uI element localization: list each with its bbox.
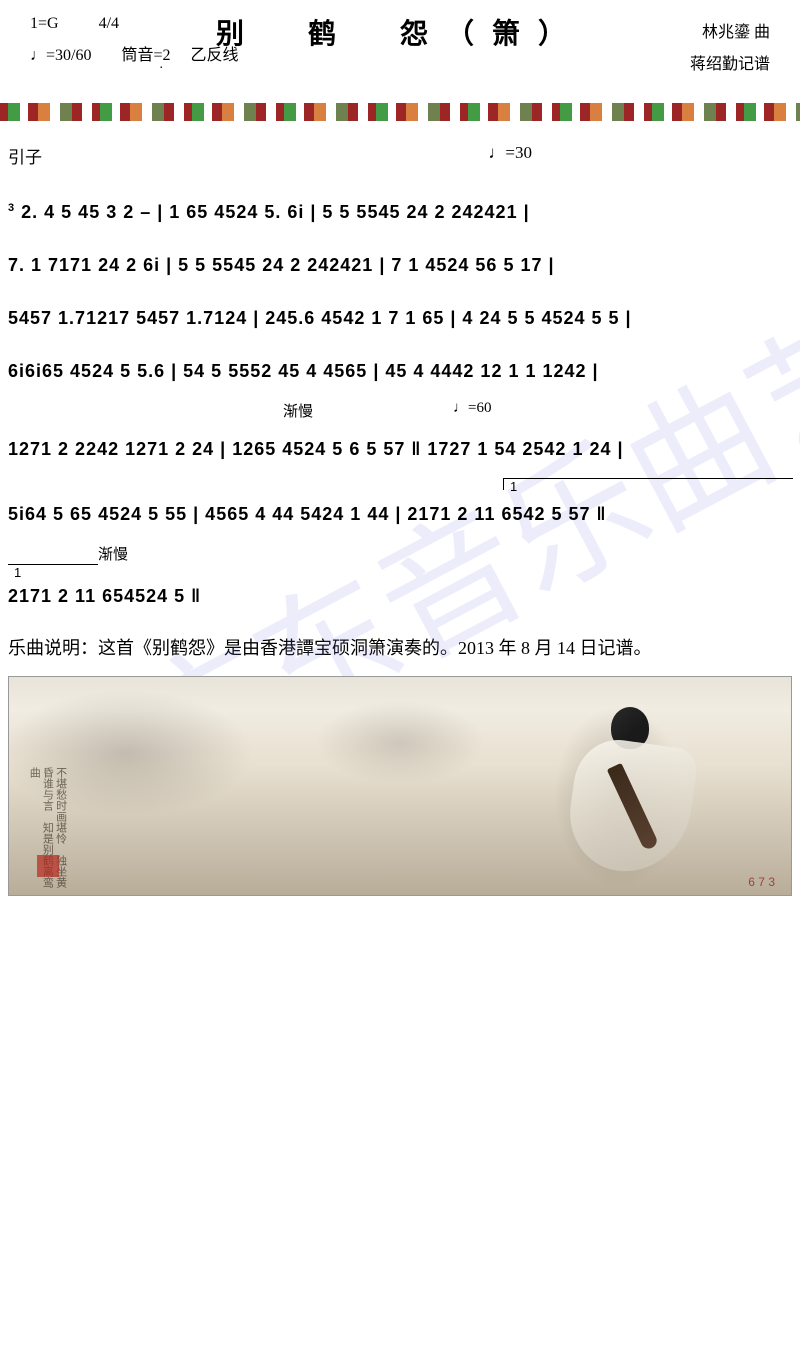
tongyin-low-dot: . bbox=[159, 57, 163, 73]
grace-note: 3 bbox=[8, 202, 15, 214]
music-score: 广东音乐曲艺网 引子 ♩=30 3 2. 4 5 45 3 2 – | 1 65… bbox=[0, 129, 800, 607]
staff-line-4: 6i6i65 4524 5 5.6 | 54 5 5552 45 4 4565 … bbox=[8, 361, 792, 382]
page-number: 6 7 3 bbox=[748, 875, 775, 889]
slow-marking-1: 渐慢 bbox=[283, 400, 313, 421]
notation-text: 1271 2 2242 1271 2 24 | 1265 4524 5 6 5 … bbox=[8, 439, 624, 459]
tempo-marking: ♩=30/60 bbox=[30, 47, 91, 65]
notation-text: 6i6i65 4524 5 5.6 | 54 5 5552 45 4 4565 … bbox=[8, 361, 599, 381]
repeat-number: 1 bbox=[14, 565, 21, 580]
tempo-mark-60: ♩=60 bbox=[453, 400, 491, 421]
piece-description: 乐曲说明：这首《别鹤怨》是由香港譚宝硕洞箫演奏的。2013 年 8 月 14 日… bbox=[0, 625, 800, 672]
key-signature: 1=G bbox=[30, 15, 59, 33]
staff-line-5: 1271 2 2242 1271 2 24 | 1265 4524 5 6 5 … bbox=[8, 439, 792, 460]
staff-line-6: 5i64 5 65 4524 5 55 | 4565 4 44 5424 1 4… bbox=[8, 504, 792, 525]
notation-text: 5457 1.71217 5457 1.7124 | 245.6 4542 1 … bbox=[8, 308, 632, 328]
staff-line-3: 5457 1.71217 5457 1.7124 | 245.6 4542 1 … bbox=[8, 308, 792, 329]
tempo-mark-30: ♩=30 bbox=[488, 143, 532, 168]
staff-line-7: 2171 2 11 654524 5 ‖ bbox=[8, 586, 792, 607]
tongyin-text: 筒音=2 bbox=[121, 47, 170, 64]
time-signature: 4/4 bbox=[99, 15, 119, 33]
staff-line-2: 7. 1 7171 24 2 6i | 5 5 5545 24 2 242421… bbox=[8, 255, 792, 276]
score-header: 1=G 4/4 别 鹤 怨（箫） 林兆鎏 曲 蒋绍勤记谱 ♩=30/60 筒音=… bbox=[0, 0, 800, 83]
transcriber-credit: 蒋绍勤记谱 bbox=[690, 50, 770, 74]
notation-text: 7. 1 7171 24 2 6i | 5 5 5545 24 2 242421… bbox=[8, 255, 555, 275]
decorative-divider bbox=[0, 103, 800, 121]
tongyin-marking: 筒音=2 . bbox=[121, 41, 170, 65]
slow-marking-2: 渐慢 bbox=[98, 547, 128, 563]
illustration-painting: 不堪愁时画堪怜 独坐黄昏谁与言 知是别鹤离鸾曲 6 7 3 bbox=[8, 676, 792, 896]
repeat-bracket-1: 1 bbox=[503, 478, 793, 490]
piece-title: 别 鹤 怨（箫） bbox=[216, 12, 584, 52]
repeat-number: 1 bbox=[510, 479, 517, 494]
staff-line-1: 3 2. 4 5 45 3 2 – | 1 65 4524 5. 6i | 5 … bbox=[8, 202, 792, 223]
notation-text: 5i64 5 65 4524 5 55 | 4565 4 44 5424 1 4… bbox=[8, 504, 607, 524]
repeat-bracket-2: 1 bbox=[8, 564, 98, 576]
intro-label: 引子 bbox=[8, 143, 42, 168]
notation-text: 2171 2 11 654524 5 ‖ bbox=[8, 586, 201, 606]
notation-text: 2. 4 5 45 3 2 – | 1 65 4524 5. 6i | 5 5 … bbox=[21, 202, 529, 222]
painting-seal bbox=[37, 855, 59, 877]
composer-credit: 林兆鎏 曲 bbox=[702, 18, 770, 42]
